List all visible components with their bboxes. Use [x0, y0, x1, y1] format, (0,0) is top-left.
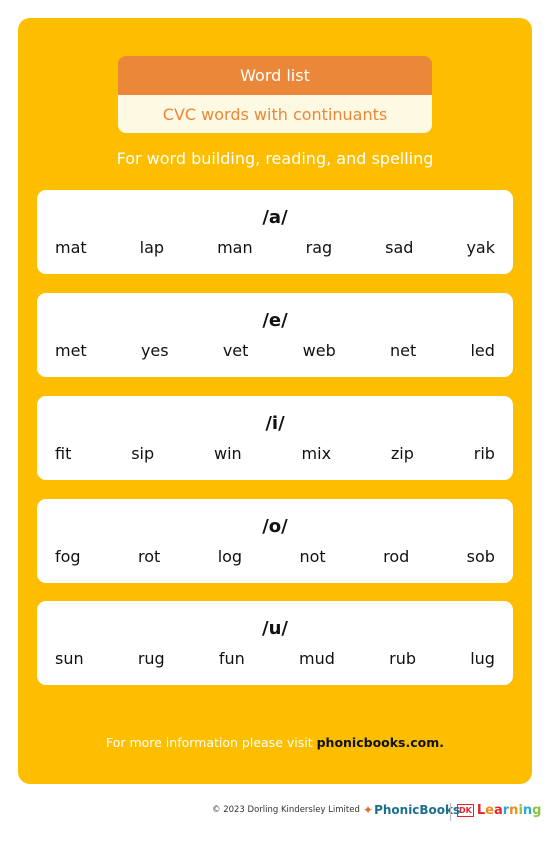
- footer: © 2023 Dorling Kindersley Limited ✦ Phon…: [0, 803, 550, 821]
- word: mud: [299, 649, 335, 668]
- word: sob: [466, 547, 495, 566]
- word: rag: [305, 238, 333, 257]
- word: rug: [137, 649, 165, 668]
- page-subtitle: CVC words with continuants: [118, 95, 432, 133]
- word: rod: [383, 547, 410, 566]
- vowel-sound: /u/: [262, 618, 288, 639]
- phonicbooks-link[interactable]: phonicbooks.com.: [317, 735, 444, 750]
- dk-badge: DK: [457, 804, 474, 817]
- dk-learning-letter: n: [522, 803, 533, 818]
- dk-learning-letter: e: [485, 803, 494, 818]
- more-info: For more information please visit phonic…: [18, 735, 532, 750]
- vowel-sound: /a/: [262, 207, 288, 228]
- more-info-text: For more information please visit: [105, 735, 317, 750]
- word: web: [302, 341, 336, 360]
- word-card: /e/met yes vet web net led: [37, 293, 513, 377]
- word: rub: [389, 649, 416, 668]
- logo-divider: [450, 803, 451, 821]
- word-row: fog rot log not rod sob: [55, 547, 495, 566]
- vowel-sound: /i/: [265, 413, 285, 434]
- word-row: mat lap man rag sad yak: [55, 238, 495, 257]
- dk-learning-letter: L: [476, 803, 486, 818]
- word-card: /i/fit sip win mix zip rib: [37, 396, 513, 480]
- dk-learning-letter: g: [532, 803, 542, 818]
- word: lug: [470, 649, 495, 668]
- word-card: /a/mat lap man rag sad yak: [37, 190, 513, 274]
- word-card: /o/fog rot log not rod sob: [37, 499, 513, 583]
- kite-icon: ✦: [363, 803, 374, 817]
- word: sad: [385, 238, 414, 257]
- copyright: © 2023 Dorling Kindersley Limited: [212, 805, 360, 815]
- word: fun: [218, 649, 245, 668]
- word: fit: [55, 444, 72, 463]
- phonicbooks-logo-text: PhonicBooks: [374, 803, 461, 817]
- word: rot: [137, 547, 161, 566]
- word: yak: [466, 238, 495, 257]
- word: met: [55, 341, 87, 360]
- word: fog: [55, 547, 81, 566]
- word-row: sun rug fun mud rub lug: [55, 649, 495, 668]
- dk-learning-letter: a: [493, 803, 503, 818]
- word: mat: [55, 238, 87, 257]
- word: lap: [139, 238, 165, 257]
- word-row: fit sip win mix zip rib: [55, 444, 495, 463]
- word: net: [389, 341, 417, 360]
- word: mix: [301, 444, 332, 463]
- word: zip: [390, 444, 414, 463]
- word: vet: [222, 341, 249, 360]
- word: log: [217, 547, 243, 566]
- word-row: met yes vet web net led: [55, 341, 495, 360]
- word: sip: [131, 444, 155, 463]
- vowel-sound: /o/: [262, 516, 288, 537]
- word: yes: [140, 341, 169, 360]
- page-title: Word list: [118, 56, 432, 95]
- phonicbooks-logo: ✦ PhonicBooks: [363, 803, 460, 817]
- page-frame: Word list CVC words with continuants For…: [18, 18, 532, 784]
- dk-learning-text: Learning: [477, 803, 542, 818]
- word: sun: [55, 649, 84, 668]
- title-box: Word list CVC words with continuants: [118, 56, 432, 133]
- vowel-sound: /e/: [262, 310, 288, 331]
- word: win: [214, 444, 242, 463]
- word: not: [299, 547, 326, 566]
- tagline: For word building, reading, and spelling: [116, 149, 434, 168]
- dk-learning-logo: DK Learning: [457, 803, 541, 818]
- word-card: /u/sun rug fun mud rub lug: [37, 601, 513, 685]
- word: rib: [473, 444, 495, 463]
- word: man: [217, 238, 253, 257]
- word: led: [470, 341, 495, 360]
